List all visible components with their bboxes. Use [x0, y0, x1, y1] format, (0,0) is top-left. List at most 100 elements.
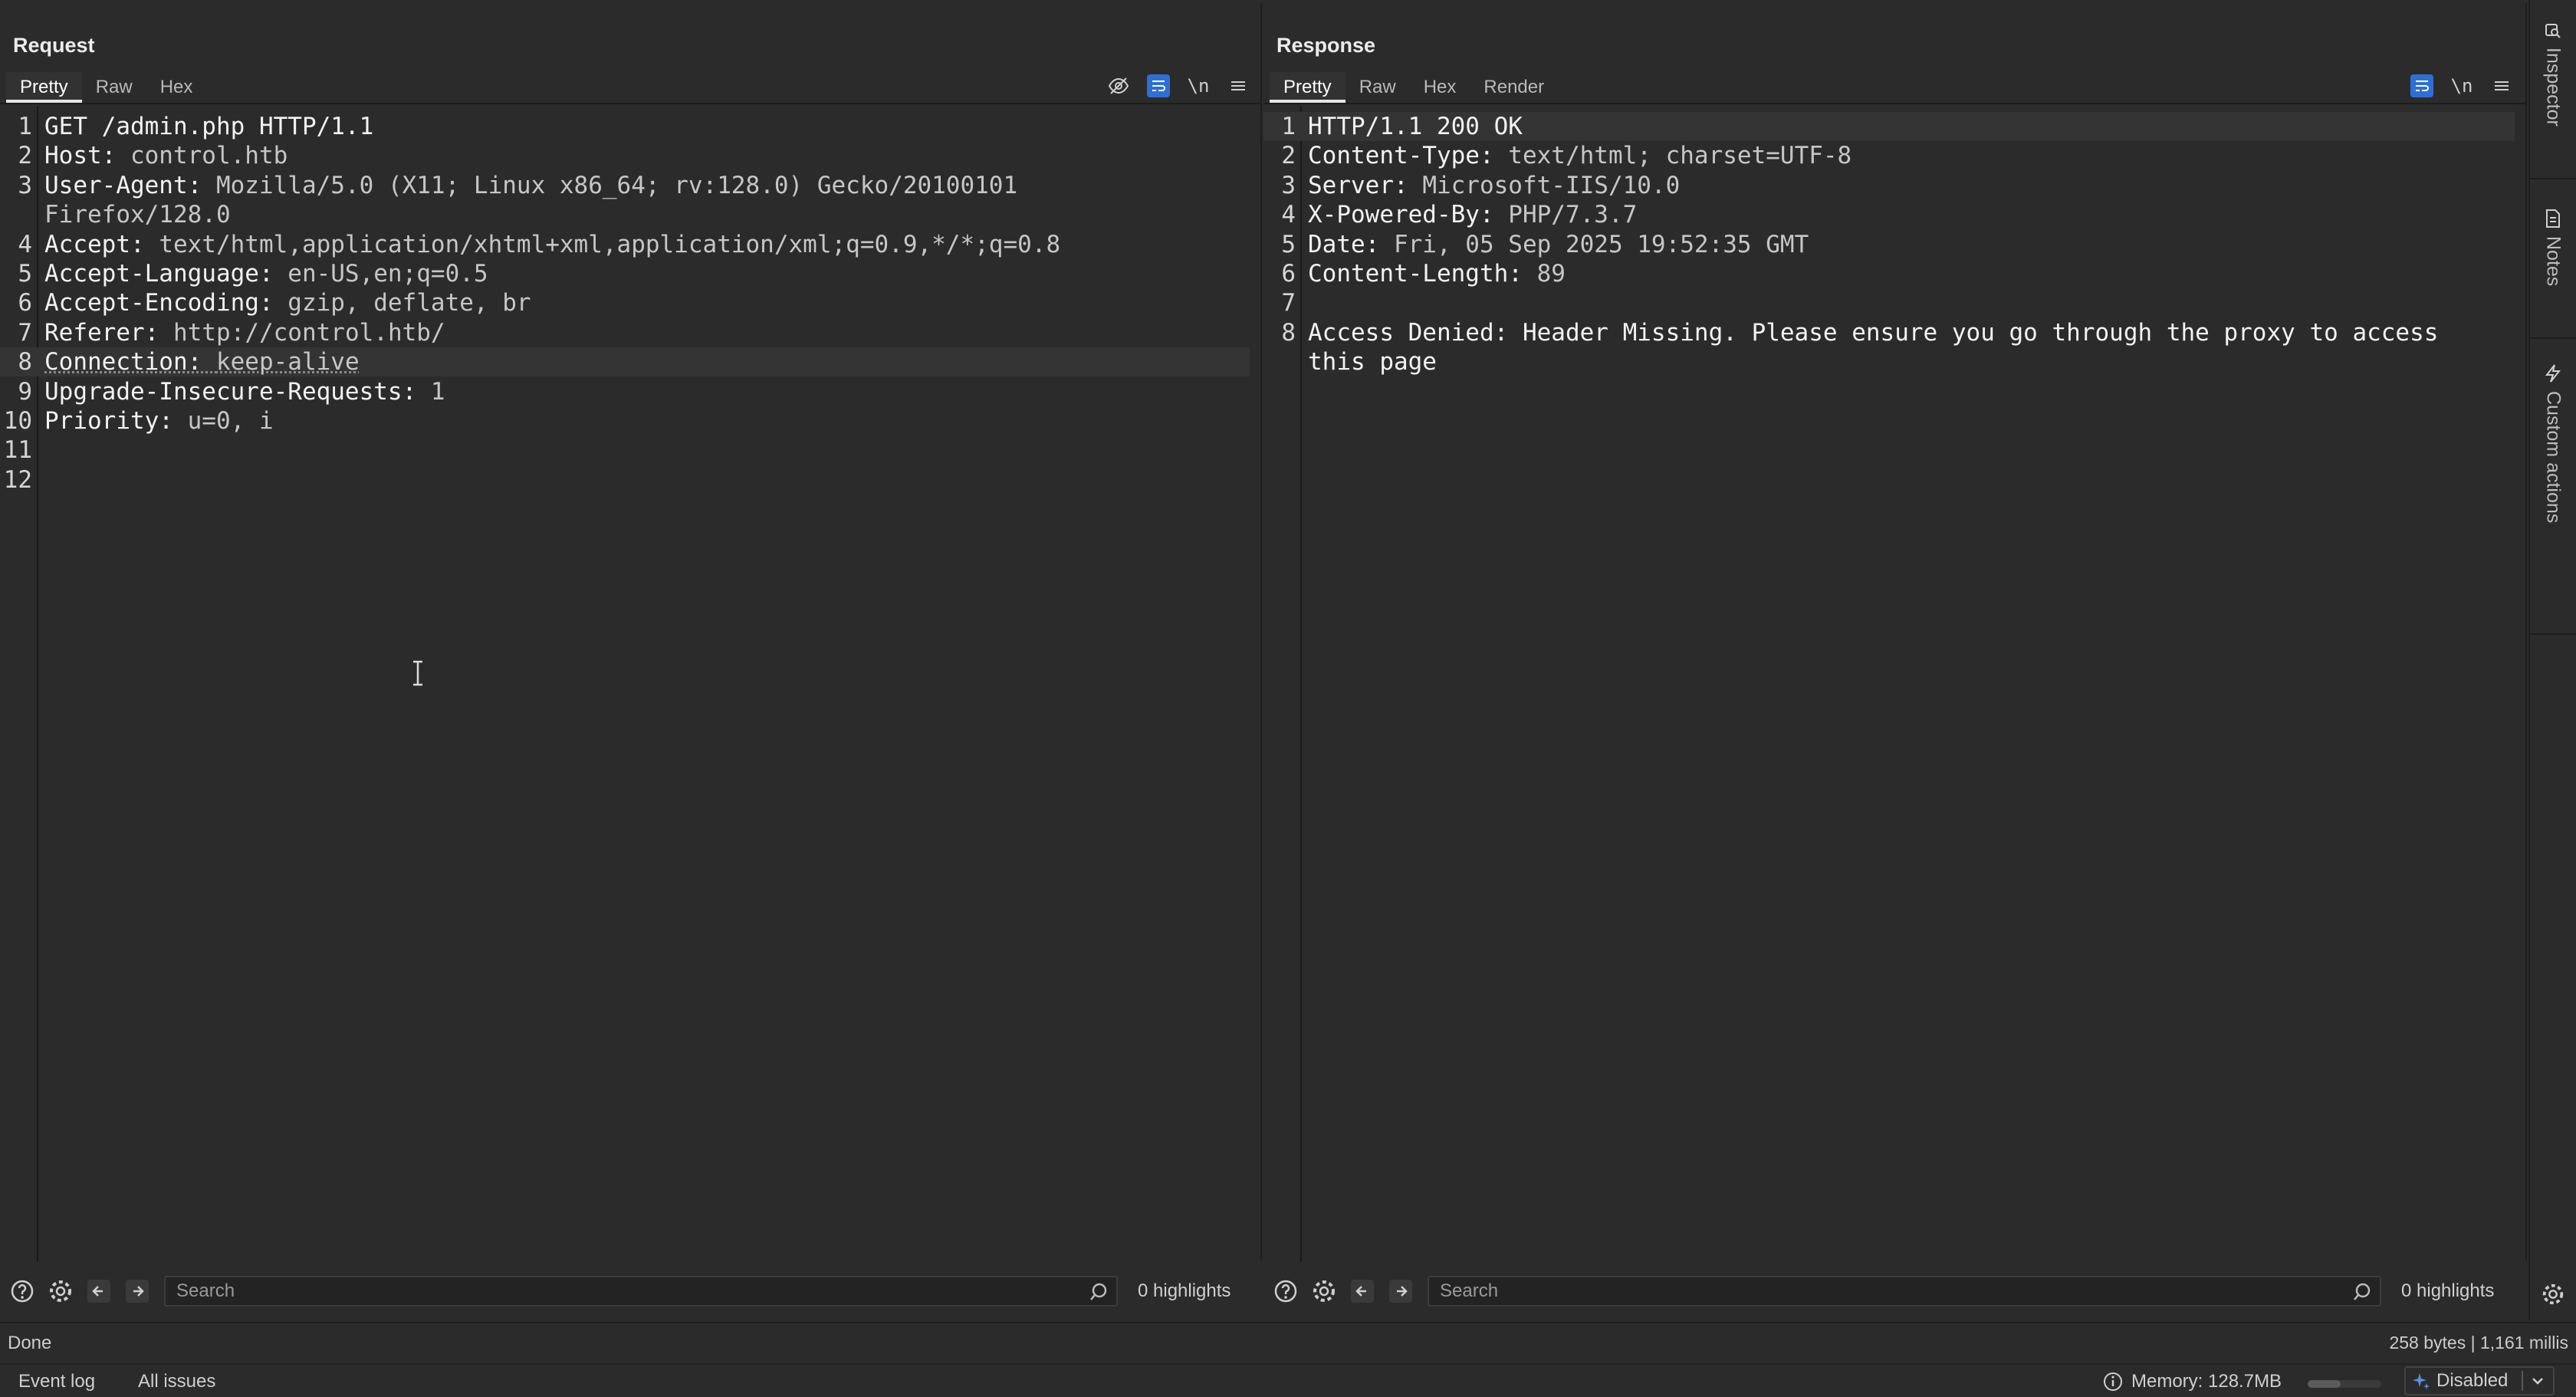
code-line: 9 Upgrade-Insecure-Requests: 1	[0, 377, 1250, 406]
response-search-bar: 0 highlights	[1263, 1262, 2527, 1320]
next-button[interactable]	[1385, 1275, 1417, 1307]
line-content: this page	[1308, 347, 1437, 376]
next-button[interactable]	[121, 1275, 153, 1307]
line-content: Accept-Encoding: gzip, deflate, br	[44, 288, 531, 317]
hide-nonprintable-button[interactable]	[1107, 74, 1130, 97]
gear-icon	[2542, 1284, 2564, 1305]
line-number: 11	[3, 436, 32, 465]
code-line: 1 HTTP/1.1 200 OK	[1263, 112, 2515, 141]
help-button[interactable]	[6, 1275, 38, 1307]
code-line: 3 Server: Microsoft-IIS/10.0	[1263, 171, 2515, 200]
word-wrap-button[interactable]	[1147, 74, 1170, 97]
tab-render[interactable]: Render	[1470, 72, 1558, 103]
header-name: Host:	[44, 142, 130, 170]
line-content: Date: Fri, 05 Sep 2025 19:52:35 GMT	[1308, 230, 1809, 259]
response-panel: Response Pretty Raw Hex Render \n 1 HTTP/…	[1263, 3, 2527, 1262]
line-number: 7	[18, 318, 32, 347]
ai-status-dropdown[interactable]: Disabled	[2404, 1366, 2555, 1395]
tab-raw[interactable]: Raw	[82, 72, 146, 103]
code-line: 4 X-Powered-By: PHP/7.3.7	[1263, 200, 2515, 229]
header-value: u=0, i	[187, 407, 274, 435]
sidebar-divider	[2530, 178, 2576, 179]
gear-icon	[1313, 1280, 1335, 1302]
line-number: 3	[1281, 171, 1296, 199]
sidebar-item-custom-actions[interactable]: Custom actions	[2530, 363, 2576, 523]
tab-pretty[interactable]: Pretty	[1270, 72, 1346, 103]
header-value: text/html; charset=UTF-8	[1508, 142, 1852, 170]
response-editor[interactable]: 1 HTTP/1.1 200 OK 2 Content-Type: text/html…	[1263, 106, 2525, 1262]
header-value: keep-alive	[215, 348, 360, 376]
sidebar-settings-button[interactable]	[2530, 1282, 2576, 1307]
code-line: 10 Priority: u=0, i	[0, 406, 1250, 436]
search-icon[interactable]	[2352, 1282, 2372, 1302]
gear-icon	[50, 1280, 71, 1302]
tab-hex[interactable]: Hex	[1410, 72, 1470, 103]
newline-toggle-button[interactable]: \n	[2450, 74, 2473, 97]
tab-divider	[0, 103, 1260, 104]
menu-button[interactable]	[1227, 74, 1250, 97]
memory-indicator: Memory: 128.7MB	[2102, 1371, 2282, 1392]
header-name: GET /admin.php HTTP/1.1	[44, 113, 374, 140]
tab-hex[interactable]: Hex	[146, 72, 207, 103]
line-content: Firefox/128.0	[44, 200, 231, 229]
line-number: 10	[3, 407, 32, 435]
tab-raw[interactable]: Raw	[1346, 72, 1410, 103]
hamburger-icon	[2495, 81, 2509, 90]
header-name: X-Powered-By:	[1308, 201, 1509, 229]
request-editor-tools: \n	[1107, 72, 1250, 100]
header-name: Accept:	[44, 230, 159, 258]
sidebar-item-notes[interactable]: Notes	[2530, 209, 2576, 286]
bottom-bar: Event log All issues Memory: 128.7MB Dis…	[0, 1363, 2576, 1397]
line-content: Upgrade-Insecure-Requests: 1	[44, 377, 445, 406]
event-log-tab[interactable]: Event log	[18, 1371, 95, 1392]
word-wrap-button[interactable]	[2410, 74, 2433, 97]
line-content: X-Powered-By: PHP/7.3.7	[1308, 200, 1637, 229]
info-icon	[2104, 1372, 2122, 1391]
header-name: Upgrade-Insecure-Requests:	[44, 377, 431, 406]
all-issues-tab[interactable]: All issues	[138, 1371, 215, 1392]
line-content: Referer: http://control.htb/	[44, 318, 445, 347]
wrap-icon	[2416, 81, 2429, 91]
search-icon[interactable]	[1089, 1282, 1109, 1302]
previous-button[interactable]	[83, 1275, 115, 1307]
line-content: Priority: u=0, i	[44, 406, 274, 436]
header-name: Access Denied: Header Missing. Please en…	[1308, 318, 2439, 347]
code-line: 4 Accept: text/html,application/xhtml+xml…	[0, 230, 1250, 259]
inspector-icon	[2545, 24, 2561, 38]
menu-button[interactable]	[2490, 74, 2513, 97]
help-button[interactable]	[1270, 1275, 1302, 1307]
code-line: Firefox/128.0	[0, 200, 1250, 229]
arrow-right-icon	[1389, 1280, 1412, 1303]
code-line: 6 Content-Length: 89	[1263, 259, 2515, 288]
code-line: 7 Referer: http://control.htb/	[0, 318, 1250, 347]
request-title: Request	[13, 34, 95, 57]
line-content: GET /admin.php HTTP/1.1	[44, 112, 373, 141]
header-name: Accept-Encoding:	[44, 289, 288, 317]
response-tabs: Pretty Raw Hex Render	[1270, 72, 1558, 103]
newline-toggle-button[interactable]: \n	[1187, 74, 1210, 97]
code-line: 5 Accept-Language: en-US,en;q=0.5	[0, 259, 1250, 288]
hamburger-icon	[1231, 81, 1245, 90]
header-name: Content-Length:	[1308, 260, 1537, 288]
settings-button[interactable]	[44, 1275, 77, 1307]
highlights-count: 0 highlights	[2401, 1280, 2495, 1301]
header-name: Accept-Language:	[44, 260, 288, 288]
search-input[interactable]	[1429, 1277, 2380, 1305]
line-number: 5	[18, 260, 32, 288]
sidebar-item-inspector[interactable]: Inspector	[2530, 21, 2576, 127]
tab-pretty[interactable]: Pretty	[6, 72, 82, 103]
line-number: 2	[18, 142, 32, 170]
settings-button[interactable]	[1308, 1275, 1340, 1307]
response-title: Response	[1276, 34, 1376, 57]
sidebar-item-label: Inspector	[2542, 48, 2564, 127]
header-name: Connection:	[44, 348, 216, 376]
search-input[interactable]	[166, 1277, 1116, 1305]
response-stats: 258 bytes | 1,161 millis	[2389, 1333, 2568, 1353]
request-editor[interactable]: 1 GET /admin.php HTTP/1.1 2 Host: control.h…	[0, 106, 1260, 1262]
help-icon	[1274, 1280, 1297, 1303]
response-editor-tools: \n	[2410, 72, 2513, 100]
line-number: 3	[18, 171, 32, 199]
line-number: 9	[18, 377, 32, 406]
arrow-right-icon	[126, 1280, 149, 1303]
previous-button[interactable]	[1346, 1275, 1378, 1307]
